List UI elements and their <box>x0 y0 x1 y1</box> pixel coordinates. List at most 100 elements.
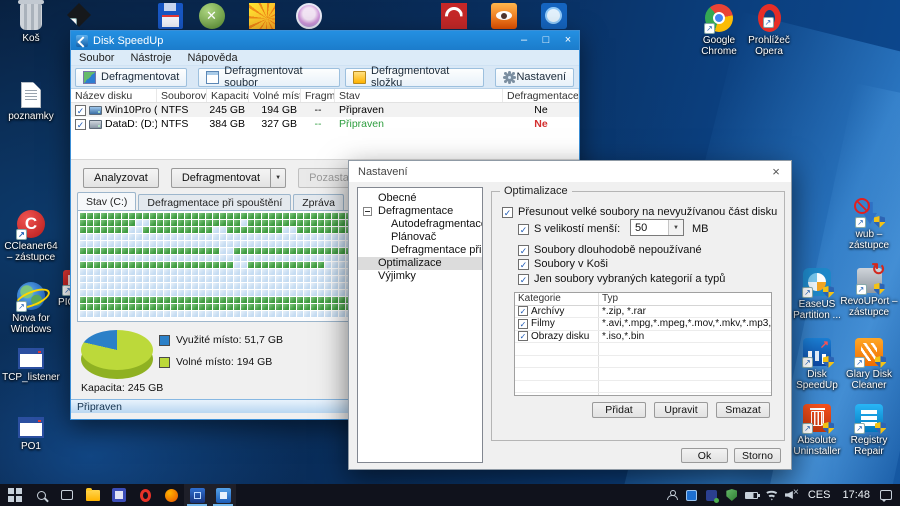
floppy-icon[interactable] <box>157 2 184 29</box>
delete-button[interactable]: Smazat <box>716 402 770 418</box>
dialog-close-button[interactable]: × <box>761 161 791 182</box>
tray-wifi[interactable] <box>762 484 782 506</box>
green-ball-icon[interactable] <box>198 2 225 29</box>
taskbar-search-button[interactable] <box>28 484 54 506</box>
ok-button[interactable]: Ok <box>681 448 728 463</box>
defragment-button[interactable]: Defragmentovat <box>171 168 270 188</box>
checkbox[interactable]: ✓ <box>518 274 529 285</box>
category-row[interactable]: ✓Filmy*.avi,*.mpg,*.mpeg,*.mov,*.mkv,*.m… <box>515 318 771 331</box>
toolbar-settings-button[interactable]: Nastavení <box>495 68 574 87</box>
tree-item-2[interactable]: Autodefragmentace <box>358 218 482 231</box>
blue-tool-icon[interactable] <box>540 2 567 29</box>
tree-item-1[interactable]: Defragmentace <box>358 205 482 218</box>
checkbox[interactable]: ✓ <box>502 207 513 218</box>
taskbar-task-view-button[interactable] <box>54 484 80 506</box>
column-header[interactable]: Kapacita <box>207 89 249 102</box>
tree-item-0[interactable]: Obecné <box>358 192 482 205</box>
desktop-icon[interactable]: ↗Glary Disk Cleaner <box>840 338 898 391</box>
tray-tray-app-badge[interactable] <box>702 484 722 506</box>
action-center-button[interactable] <box>876 484 896 506</box>
desktop-icon[interactable]: ↗Registry Repair <box>840 404 898 457</box>
cancel-button[interactable]: Storno <box>734 448 781 463</box>
tab-0[interactable]: Stav (C:) <box>77 192 136 210</box>
purple-app-icon[interactable] <box>295 2 322 29</box>
column-header[interactable]: Souborov... <box>157 89 207 102</box>
desktop-icon[interactable]: ↗RevoUPort – zástupce <box>840 268 898 318</box>
column-header[interactable]: Defragmentace... <box>503 89 579 102</box>
menu-item-1[interactable]: Nástroje <box>122 52 179 64</box>
checkbox[interactable]: ✓ <box>518 245 529 256</box>
desktop-icon[interactable]: ↗CCleaner64 – zástupce <box>2 210 60 263</box>
toolbar-defragment-button[interactable]: Defragmentovat <box>75 68 187 87</box>
defragment-dropdown-arrow[interactable]: ▼ <box>270 168 286 188</box>
taskbar-disk-speedup-button[interactable] <box>184 484 210 506</box>
tray-defender-shield[interactable] <box>722 484 742 506</box>
desktop-icon[interactable]: TCP_listener <box>2 348 60 383</box>
tab-1[interactable]: Defragmentace při spouštění <box>138 194 291 210</box>
column-header[interactable]: Volné místo <box>249 89 301 102</box>
check-long-unused[interactable]: ✓ Soubory dlouhodobě nepoužívané <box>518 244 702 256</box>
check-move-large-files[interactable]: ✓ Přesunout velké soubory na nevyužívano… <box>502 206 777 218</box>
desktop-icon[interactable]: ↗Absolute Uninstaller <box>788 404 846 457</box>
tray-tray-app-blue[interactable] <box>682 484 702 506</box>
maximize-button[interactable]: □ <box>535 31 557 50</box>
disk-checkbox[interactable]: ✓ <box>75 105 86 116</box>
toolbar-defragment-file-button[interactable]: Defragmentovat soubor <box>198 68 340 87</box>
tree-item-6[interactable]: Výjimky <box>358 270 482 283</box>
disk-row[interactable]: ✓Win10Pro (C:)NTFS245 GB194 GB--Připrave… <box>71 103 579 117</box>
desktop-icon[interactable]: PO1 <box>2 417 60 452</box>
desktop-icon[interactable]: ↗Disk SpeedUp <box>788 338 846 391</box>
column-header[interactable]: Stav <box>335 89 503 102</box>
disk-row[interactable]: ✓DataD: (D:)NTFS384 GB327 GB--PřipravenN… <box>71 117 579 131</box>
analyze-button[interactable]: Analyzovat <box>83 168 159 188</box>
close-button[interactable]: × <box>557 31 579 50</box>
checkbox[interactable]: ✓ <box>518 224 529 235</box>
check-recycle-bin-files[interactable]: ✓ Soubory v Koši <box>518 258 608 270</box>
toolbar-defragment-folder-button[interactable]: Defragmentovat složku <box>345 68 484 87</box>
tray-people[interactable] <box>662 484 682 506</box>
taskbar-media-app-button[interactable] <box>106 484 132 506</box>
clock[interactable]: 17:48 <box>836 489 876 501</box>
menu-item-0[interactable]: Soubor <box>71 52 122 64</box>
taskbar-opera-button[interactable] <box>132 484 158 506</box>
edit-button[interactable]: Upravit <box>654 402 708 418</box>
menu-item-2[interactable]: Nápověda <box>179 52 245 64</box>
desktop-icon[interactable]: ↗wub – zástupce <box>840 200 898 251</box>
tree-item-5[interactable]: Optimalizace <box>358 257 482 270</box>
desktop-icon[interactable]: ↗Prohlížeč Opera <box>740 4 798 57</box>
size-combobox[interactable]: 50 ▼ <box>630 219 684 236</box>
taskbar-file-explorer-button[interactable] <box>80 484 106 506</box>
tray-battery[interactable] <box>742 484 762 506</box>
disk-checkbox[interactable]: ✓ <box>75 119 86 130</box>
irfanview-icon[interactable] <box>490 2 517 29</box>
language-indicator[interactable]: CES <box>802 489 837 501</box>
taskbar-start-button[interactable] <box>2 484 28 506</box>
category-checkbox[interactable]: ✓ <box>518 331 528 341</box>
taskbar-tray: CES 17:48 <box>662 484 900 506</box>
column-header[interactable]: Název disku <box>71 89 157 102</box>
tree-expander-icon[interactable] <box>363 207 372 216</box>
taskbar-security-app-button[interactable] <box>158 484 184 506</box>
window-titlebar[interactable]: Disk SpeedUp – □ × <box>71 31 579 50</box>
dialog-titlebar[interactable]: Nastavení × <box>349 161 791 182</box>
checkbox[interactable]: ✓ <box>518 259 529 270</box>
tree-item-4[interactable]: Defragmentace při spouštění <box>358 244 482 257</box>
category-row[interactable]: ✓Obrazy disku*.iso,*.bin <box>515 331 771 344</box>
chevron-down-icon[interactable]: ▼ <box>668 220 683 235</box>
adobe-reader-icon[interactable] <box>440 2 467 29</box>
category-checkbox[interactable]: ✓ <box>518 319 528 329</box>
tray-volume-muted[interactable] <box>782 484 802 506</box>
category-row[interactable]: ✓Archívy*.zip, *.rar <box>515 306 771 319</box>
desktop-icon[interactable]: ↗EaseUS Partition ... <box>788 268 846 321</box>
yellow-app-glyph <box>249 3 275 29</box>
check-size-smaller[interactable]: ✓ S velikostí menší: <box>518 223 620 235</box>
tree-item-3[interactable]: Plánovač <box>358 231 482 244</box>
add-button[interactable]: Přidat <box>592 402 646 418</box>
tab-2[interactable]: Zpráva <box>293 194 344 210</box>
check-selected-categories[interactable]: ✓ Jen soubory vybraných kategorií a typů <box>518 273 725 285</box>
column-header[interactable]: Fragme... <box>301 89 335 102</box>
category-checkbox[interactable]: ✓ <box>518 306 528 316</box>
minimize-button[interactable]: – <box>513 31 535 50</box>
taskbar-disk-speedup-settings-button[interactable] <box>210 484 236 506</box>
yellow-app-icon[interactable] <box>248 2 275 29</box>
